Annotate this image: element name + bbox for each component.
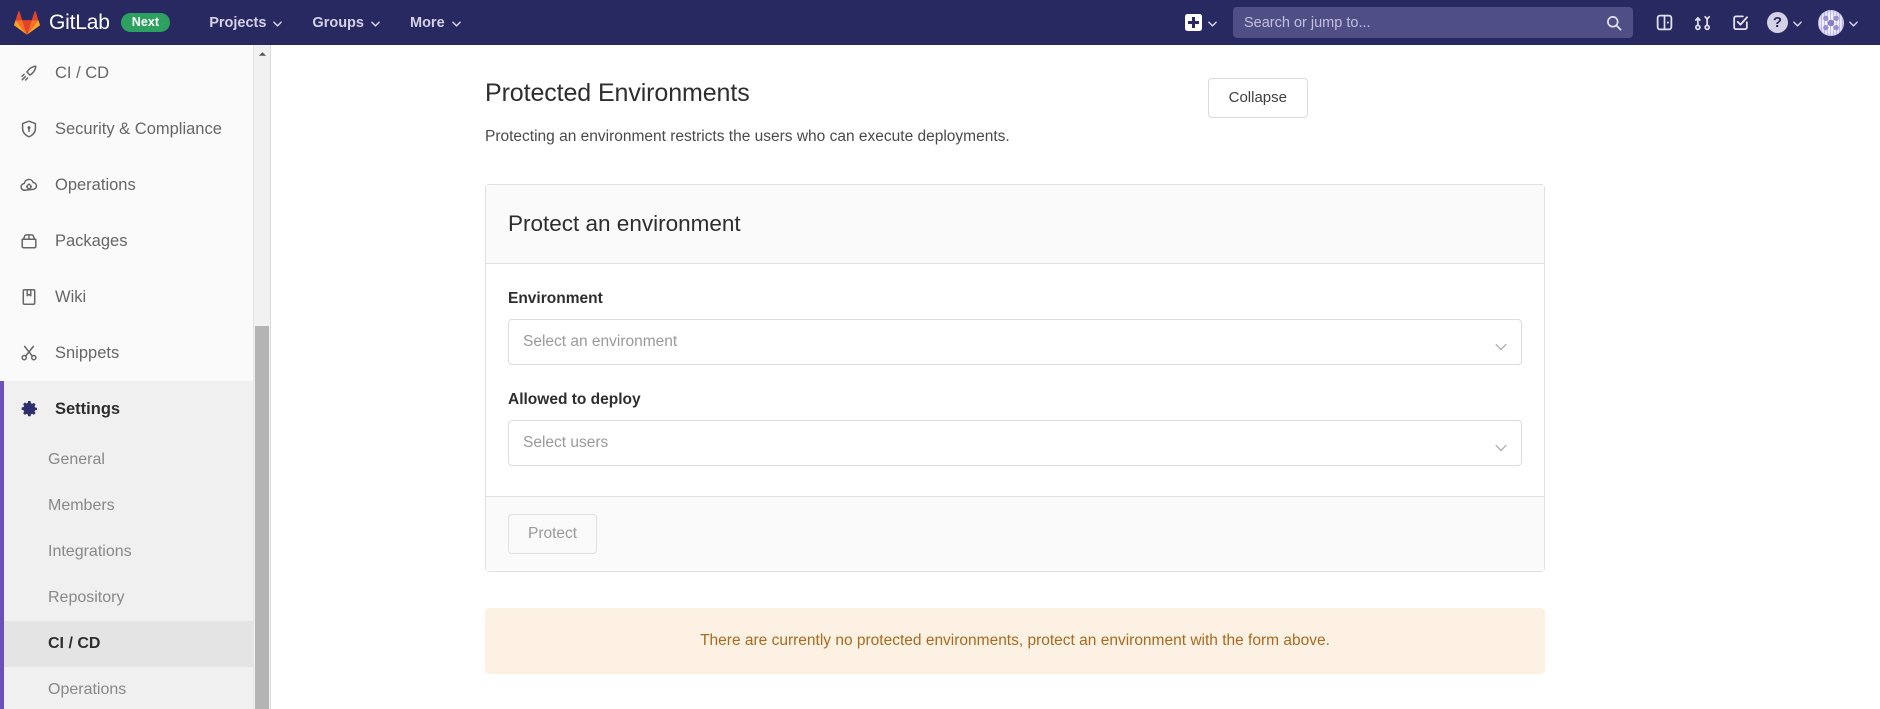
plus-square-icon [1185,14,1202,31]
sidebar-item-label: Snippets [55,343,120,362]
sidebar-subitem-label: Integrations [48,543,132,560]
navbar-right: ? [1175,0,1880,45]
scissors-icon [18,343,39,364]
sidebar-subitem-repository[interactable]: Repository [4,575,253,621]
todos-icon[interactable] [1721,0,1759,45]
chevron-down-icon [1793,20,1802,27]
gear-icon [18,399,39,420]
merge-requests-icon[interactable] [1683,0,1721,45]
sidebar-item-label: Security & Compliance [55,119,222,138]
protect-environment-card: Protect an environment Environment Selec… [485,184,1545,573]
create-new-button[interactable] [1175,0,1227,45]
sidebar-subitem-integrations[interactable]: Integrations [4,529,253,575]
global-search[interactable] [1233,7,1633,38]
package-icon [18,231,39,252]
sidebar-section-settings: Settings General Members Integrations Re… [0,381,253,709]
sidebar-item-label: Operations [55,175,136,194]
nav-item-projects[interactable]: Projects [194,0,297,45]
sidebar-item-label: Packages [55,231,128,250]
sidebar-item-label: CI / CD [55,63,110,82]
issues-icon[interactable] [1645,0,1683,45]
sidebar-scrollbar[interactable] [253,45,270,709]
sidebar-subitem-ci-cd[interactable]: CI / CD [4,621,253,667]
sidebar-scroll-area: CI / CD Security & Compliance Operations… [0,45,253,709]
project-sidebar: CI / CD Security & Compliance Operations… [0,45,271,709]
allowed-to-deploy-select[interactable]: Select users [508,420,1522,467]
search-input[interactable] [1244,14,1606,31]
allowed-to-deploy-select-value: Select users [523,434,609,452]
sidebar-item-snippets[interactable]: Snippets [0,325,253,381]
nav-item-more-label: More [409,14,445,31]
card-footer: Protect [486,496,1544,572]
sidebar-subitem-label: Operations [48,681,127,698]
protect-button[interactable]: Protect [508,514,598,555]
sidebar-subitem-label: Repository [48,589,125,606]
chevron-down-icon [1495,338,1507,351]
sidebar-item-ci-cd[interactable]: CI / CD [0,45,253,101]
chevron-down-icon [371,20,380,27]
caret-up-icon[interactable] [254,45,270,62]
empty-state-message: There are currently no protected environ… [700,632,1330,650]
allowed-to-deploy-field-group: Allowed to deploy Select users [508,391,1522,467]
environment-select-value: Select an environment [523,333,678,351]
sidebar-subitem-operations[interactable]: Operations [4,667,253,709]
allowed-to-deploy-label: Allowed to deploy [508,391,641,409]
sidebar-subitem-members[interactable]: Members [4,483,253,529]
sidebar-subitem-general[interactable]: General [4,437,253,483]
rocket-icon [18,63,39,84]
chevron-down-icon [273,20,283,27]
chevron-down-icon [1849,20,1858,27]
next-badge: Next [120,12,171,33]
card-body: Environment Select an environment Allowe… [486,264,1544,496]
chevron-down-icon [451,20,461,27]
gitlab-logo-icon[interactable] [14,10,40,36]
sidebar-item-label: Settings [55,399,121,418]
nav-item-groups-label: Groups [312,14,364,31]
book-icon [18,287,39,308]
sidebar-subitem-label: CI / CD [48,635,101,652]
card-header: Protect an environment [486,185,1544,265]
sidebar-subitem-label: Members [48,497,115,514]
page-description: Protecting an environment restricts the … [485,128,1010,145]
sidebar-scrollbar-thumb[interactable] [255,326,269,709]
top-navbar: GitLab Next Projects Groups More Search … [0,0,1880,45]
collapse-button[interactable]: Collapse [1207,78,1308,118]
sidebar-item-security-compliance[interactable]: Security & Compliance [0,101,253,157]
sidebar-item-label: Wiki [55,287,87,306]
nav-item-groups[interactable]: Groups [297,0,395,45]
environment-select[interactable]: Select an environment [508,319,1522,366]
main-content: Protected Environments Protecting an env… [271,45,1880,709]
chevron-down-icon [1495,439,1507,452]
gitlab-brand-name: GitLab [49,11,110,34]
user-menu[interactable] [1810,0,1866,45]
sidebar-item-wiki[interactable]: Wiki [0,269,253,325]
environment-field-group: Environment Select an environment [508,290,1522,366]
sidebar-item-packages[interactable]: Packages [0,213,253,269]
sidebar-subitem-label: General [48,451,105,468]
settings-content: Protected Environments Protecting an env… [271,45,1880,675]
help-icon: ? [1767,12,1788,33]
avatar [1818,9,1844,36]
navbar-links: Projects Groups More [194,0,475,45]
sidebar-item-operations[interactable]: Operations [0,157,253,213]
nav-item-more[interactable]: More [395,0,476,45]
card-title: Protect an environment [508,211,741,237]
cloud-gear-icon [18,175,39,196]
navbar-left: GitLab Next Projects Groups More [0,0,476,45]
chevron-down-icon [1208,20,1217,27]
empty-state-alert: There are currently no protected environ… [485,608,1545,675]
page-title: Protected Environments [485,79,750,107]
nav-item-projects-label: Projects [209,14,267,31]
environment-label: Environment [508,290,603,308]
sidebar-item-settings[interactable]: Settings [4,381,253,437]
help-menu[interactable]: ? [1759,0,1810,45]
shield-icon [18,119,39,140]
search-icon [1606,15,1622,31]
